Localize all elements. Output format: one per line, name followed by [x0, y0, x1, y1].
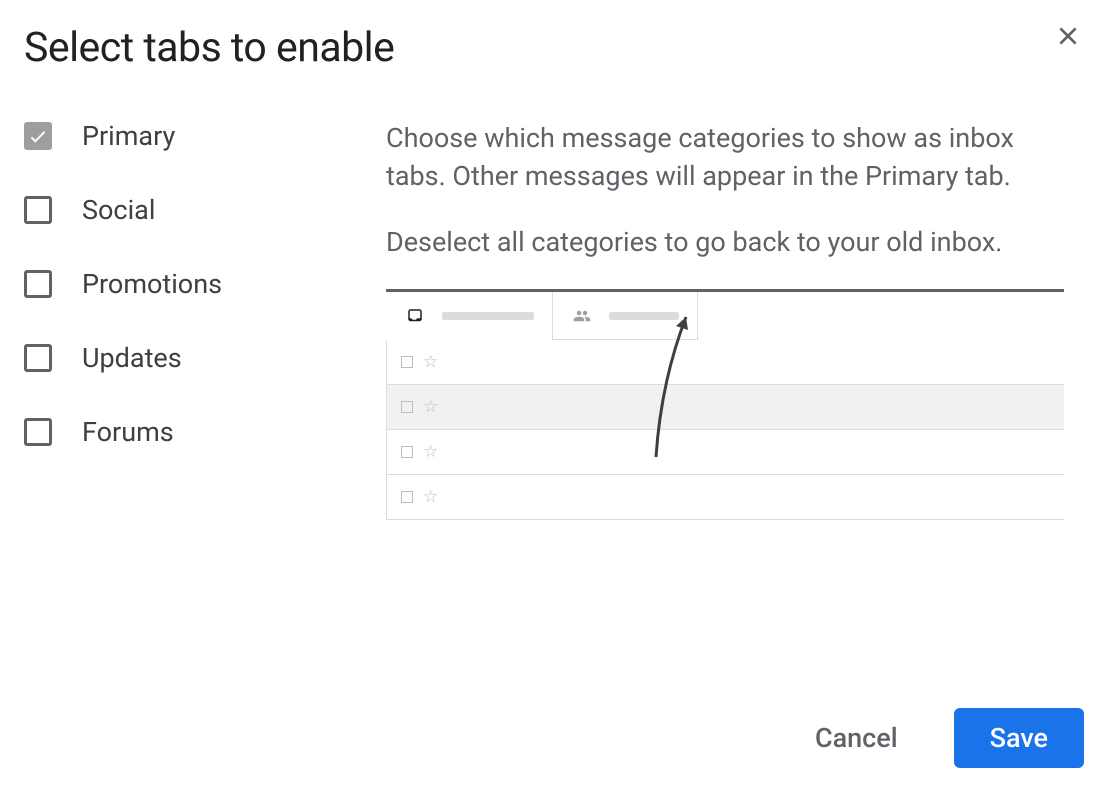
description-text-1: Choose which message categories to show …: [386, 120, 1064, 196]
save-button[interactable]: Save: [954, 708, 1084, 768]
checkbox-input-forums[interactable]: [24, 418, 52, 446]
checkbox-forums[interactable]: Forums: [24, 416, 354, 448]
tab-placeholder-bar: [609, 312, 679, 320]
checkbox-label: Updates: [82, 342, 182, 374]
preview-row: ☆: [387, 340, 1064, 385]
row-checkbox-icon: [401, 401, 413, 413]
checkbox-input-promotions[interactable]: [24, 270, 52, 298]
preview-tabs: [386, 292, 1064, 340]
star-icon: ☆: [423, 487, 438, 507]
checkbox-updates[interactable]: Updates: [24, 342, 354, 374]
row-checkbox-icon: [401, 356, 413, 368]
close-icon: [1055, 23, 1081, 49]
dialog-footer: Cancel Save: [779, 708, 1084, 768]
row-checkbox-icon: [401, 491, 413, 503]
checkbox-promotions[interactable]: Promotions: [24, 268, 354, 300]
dialog-content: Primary Social Promotions Updates: [24, 120, 1084, 520]
description-text-2: Deselect all categories to go back to yo…: [386, 224, 1064, 262]
star-icon: ☆: [423, 397, 438, 417]
preview-tab-primary: [386, 292, 553, 340]
checkbox-label: Forums: [82, 416, 174, 448]
preview-row: ☆: [387, 475, 1064, 520]
preview-rows: ☆ ☆ ☆ ☆: [386, 340, 1064, 520]
description-panel: Choose which message categories to show …: [386, 120, 1084, 520]
checkbox-input-primary: [24, 122, 52, 150]
preview-row: ☆: [387, 385, 1064, 430]
checkbox-input-updates[interactable]: [24, 344, 52, 372]
checkmark-icon: [27, 125, 49, 147]
people-icon: [571, 307, 593, 325]
category-checkbox-list: Primary Social Promotions Updates: [24, 120, 354, 520]
preview-row: ☆: [387, 430, 1064, 475]
star-icon: ☆: [423, 442, 438, 462]
dialog-title: Select tabs to enable: [24, 24, 1084, 72]
checkbox-primary: Primary: [24, 120, 354, 152]
select-tabs-dialog: Select tabs to enable Primary Social Pro…: [0, 0, 1108, 792]
checkbox-input-social[interactable]: [24, 196, 52, 224]
checkbox-label: Promotions: [82, 268, 222, 300]
row-checkbox-icon: [401, 446, 413, 458]
tab-placeholder-bar: [442, 312, 534, 320]
inbox-icon: [404, 307, 426, 325]
cancel-button[interactable]: Cancel: [779, 708, 934, 768]
close-button[interactable]: [1052, 20, 1084, 52]
star-icon: ☆: [423, 352, 438, 372]
preview-tab-social: [553, 292, 698, 340]
checkbox-label: Social: [82, 194, 155, 226]
checkbox-social[interactable]: Social: [24, 194, 354, 226]
inbox-preview-illustration: ☆ ☆ ☆ ☆: [386, 289, 1064, 520]
checkbox-label: Primary: [82, 120, 175, 152]
